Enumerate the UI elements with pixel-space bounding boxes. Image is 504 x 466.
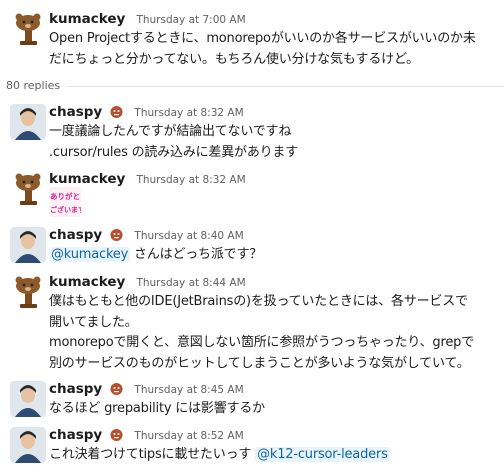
thanks-sticker[interactable]: ありがとう ございます!: [49, 187, 81, 217]
message-line: 一度議論したんですが結論出てないですね: [49, 124, 292, 139]
message-header: kumackey Thursday at 7:00 AM: [49, 8, 246, 28]
message-body: 一度議論したんですが結論出てないですね .cursor/rules の読み込みに…: [49, 122, 499, 163]
timestamp[interactable]: Thursday at 8:32 AM: [134, 107, 243, 119]
message-body: なるほど grepability には影響するか: [49, 399, 499, 420]
message-line: monorepoで開くと、意図しない箇所に参照がうつっちゃったり、grepで: [49, 335, 474, 350]
message-line: これ決着つけてtipsに載せたいっす @k12-cursor-leaders: [49, 445, 499, 466]
author-name[interactable]: chaspy: [49, 104, 102, 120]
author-name[interactable]: chaspy: [49, 227, 102, 243]
group-mention[interactable]: @k12-cursor-leaders: [255, 447, 390, 462]
message-header: kumackey Thursday at 8:44 AM: [49, 271, 246, 291]
kumackey-avatar[interactable]: [10, 171, 46, 207]
author-name[interactable]: kumackey: [49, 171, 125, 187]
message-body: 僕はもともと他のIDE(JetBrainsの)を扱っていたときには、各サービスで…: [49, 292, 499, 374]
replies-count: 80 replies: [6, 79, 67, 92]
timestamp[interactable]: Thursday at 8:40 AM: [134, 230, 243, 242]
message-header: chaspy Thursday at 8:52 AM: [49, 424, 244, 444]
chaspy-avatar[interactable]: [10, 427, 46, 463]
message-line: 開いてました。: [49, 314, 138, 330]
message-body: これ決着つけてtipsに載せたいっす @k12-cursor-leaders: [49, 445, 499, 466]
replies-divider: [60, 86, 504, 87]
message-header: chaspy Thursday at 8:32 AM: [49, 101, 244, 121]
author-name[interactable]: kumackey: [49, 11, 125, 27]
kumackey-avatar[interactable]: [10, 11, 46, 47]
status-emoji-icon[interactable]: [110, 228, 123, 241]
message-line: Open Projectするときに、monorepoがいいのか各サービスがいいの…: [49, 31, 476, 46]
author-name[interactable]: kumackey: [49, 274, 125, 290]
message-line: @kumackey さんはどっち派です？: [49, 245, 499, 266]
message-text: さんはどっち派です？: [130, 247, 263, 262]
author-name[interactable]: chaspy: [49, 381, 102, 397]
timestamp[interactable]: Thursday at 8:44 AM: [136, 277, 245, 289]
timestamp[interactable]: Thursday at 8:52 AM: [134, 430, 243, 442]
timestamp[interactable]: Thursday at 8:32 AM: [136, 174, 245, 186]
status-emoji-icon[interactable]: [110, 105, 123, 118]
status-emoji-icon[interactable]: [110, 382, 123, 395]
message-line: 僕はもともと他のIDE(JetBrainsの)を扱っていたときには、各サービスで: [49, 294, 468, 309]
message-line: なるほど grepability には影響するか: [49, 401, 265, 416]
author-name[interactable]: chaspy: [49, 427, 102, 443]
message-body: @kumackey さんはどっち派です？: [49, 245, 499, 266]
timestamp[interactable]: Thursday at 8:45 AM: [134, 384, 243, 396]
message-line: 別のサービスのものがヒットしてしまうことが多いような気がしていて。: [49, 355, 470, 371]
message-line: だにちょっと分かってない。もちろん使い分けな気もするけど。: [49, 51, 419, 67]
kumackey-avatar[interactable]: [10, 274, 46, 310]
chaspy-avatar[interactable]: [10, 227, 46, 263]
sticker-text-line: ありがとう: [50, 191, 81, 201]
status-emoji-icon[interactable]: [110, 428, 123, 441]
message-text: これ決着つけてtipsに載せたいっす: [49, 447, 256, 462]
message-body: Open Projectするときに、monorepoがいいのか各サービスがいいの…: [49, 29, 499, 70]
timestamp[interactable]: Thursday at 7:00 AM: [136, 14, 245, 26]
message-header: kumackey Thursday at 8:32 AM: [49, 168, 246, 188]
chaspy-avatar[interactable]: [10, 104, 46, 140]
message-header: chaspy Thursday at 8:45 AM: [49, 378, 244, 398]
sticker-text-line: ございます!: [50, 205, 81, 214]
message-line: .cursor/rules の読み込みに差異があります: [49, 144, 299, 160]
message-header: chaspy Thursday at 8:40 AM: [49, 224, 244, 244]
user-mention[interactable]: @kumackey: [49, 247, 131, 262]
chaspy-avatar[interactable]: [10, 381, 46, 417]
